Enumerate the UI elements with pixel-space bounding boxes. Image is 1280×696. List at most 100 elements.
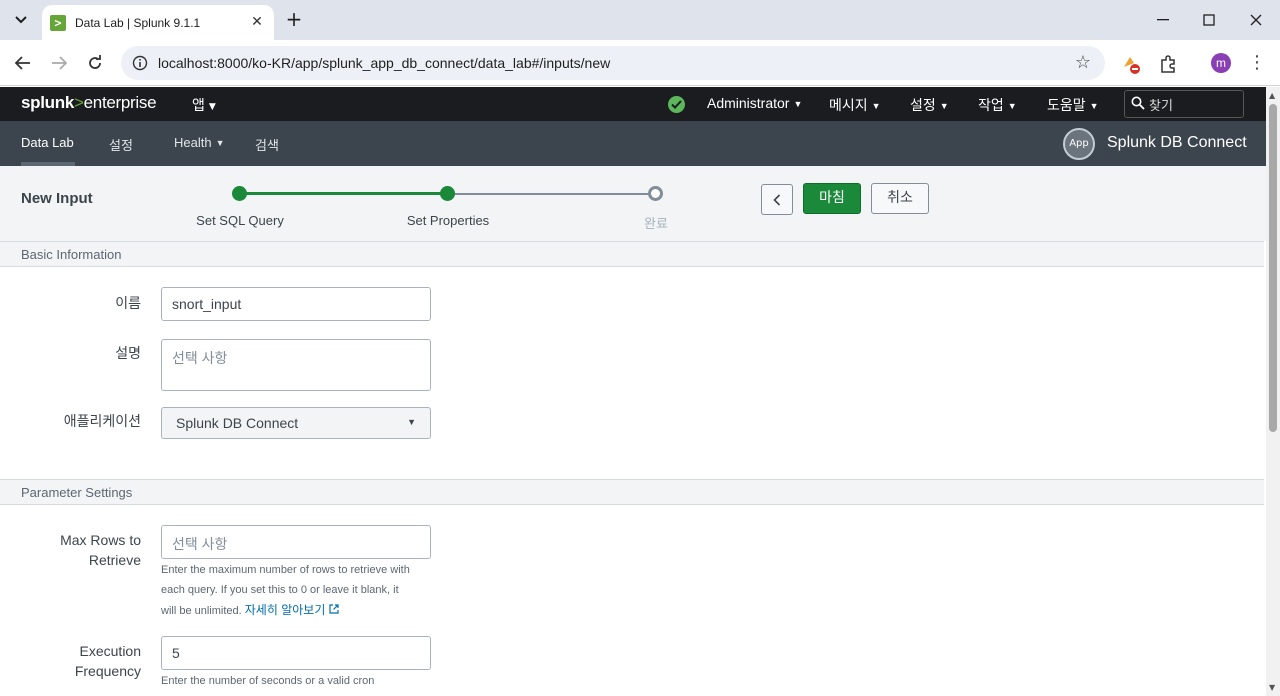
app-name: Splunk DB Connect — [1107, 134, 1247, 151]
max-rows-help-line3: will be unlimited. 자세히 알아보기 — [161, 600, 436, 621]
tab-search-chevron-icon[interactable] — [8, 7, 34, 33]
caret-down-icon: ▼ — [939, 101, 949, 111]
previous-step-button[interactable] — [761, 184, 793, 215]
menu-help[interactable]: 도움말 ▼ — [1047, 95, 1099, 115]
max-rows-placeholder: 선택 사항 — [172, 536, 228, 552]
address-bar[interactable]: localhost:8000/ko-KR/app/splunk_app_db_c… — [121, 46, 1105, 80]
step-dot-2 — [440, 186, 455, 201]
logo-brand: splunk — [21, 93, 74, 112]
application-label: 애플리케이션 — [63, 413, 141, 429]
max-rows-input[interactable]: 선택 사항 — [161, 525, 431, 559]
section-parameter-settings: Parameter Settings — [0, 479, 1264, 505]
menu-messages-label: 메시지 — [829, 97, 868, 113]
menu-settings-label: 설정 — [910, 97, 936, 113]
section-basic-title: Basic Information — [21, 247, 122, 262]
caret-down-icon: ▼ — [871, 101, 881, 111]
execution-frequency-label: Execution Frequency — [0, 641, 141, 681]
max-rows-help-line1: Enter the maximum number of rows to retr… — [161, 564, 410, 576]
menu-help-label: 도움말 — [1047, 97, 1086, 113]
nav-health-label: Health — [174, 135, 212, 150]
step-dot-1 — [232, 186, 247, 201]
app-menu[interactable]: 앱 ▼ — [192, 95, 216, 115]
learn-more-link[interactable]: 자세히 알아보기 — [245, 603, 339, 617]
max-rows-help-line2: each query. If you set this to 0 or leav… — [161, 584, 399, 596]
name-input-value: snort_input — [172, 296, 242, 312]
nav-settings[interactable]: 설정 — [109, 135, 133, 154]
header-search-input[interactable]: 찾기 — [1124, 90, 1244, 118]
caret-down-icon: ▼ — [793, 99, 803, 109]
description-textarea[interactable]: 선택 사항 — [161, 339, 431, 391]
step-dot-3 — [648, 186, 663, 201]
forward-arrow-icon[interactable] — [44, 48, 74, 78]
menu-settings[interactable]: 설정 ▼ — [910, 95, 949, 115]
description-placeholder: 선택 사항 — [172, 350, 228, 366]
caret-down-icon: ▼ — [208, 102, 216, 112]
cancel-button[interactable]: 취소 — [871, 183, 929, 214]
chevron-left-icon — [773, 193, 781, 206]
search-icon — [1131, 96, 1145, 110]
nav-health[interactable]: Health ▼ — [174, 135, 225, 150]
health-status-check-icon[interactable] — [668, 96, 685, 113]
browser-tabstrip: > Data Lab | Splunk 9.1.1 ✕ + — [0, 0, 1280, 40]
application-select[interactable]: Splunk DB Connect ▼ — [161, 407, 431, 439]
name-label: 이름 — [115, 295, 141, 311]
extensions-puzzle-icon[interactable] — [1156, 52, 1180, 76]
exec-label-line2: Frequency — [74, 663, 141, 679]
logo-gt: > — [74, 93, 84, 112]
browser-tab-title: Data Lab | Splunk 9.1.1 — [75, 15, 201, 30]
profile-avatar[interactable]: m — [1211, 53, 1231, 73]
section-basic-information: Basic Information — [0, 241, 1264, 267]
scroll-down-arrow-icon[interactable]: ▼ — [1269, 683, 1275, 692]
step-label-2: Set Properties — [406, 213, 490, 228]
nav-search[interactable]: 검색 — [255, 135, 279, 154]
page-scrollbar[interactable]: ▲ ▼ — [1266, 87, 1280, 696]
max-rows-help: Enter the maximum number of rows to retr… — [161, 560, 436, 621]
menu-administrator[interactable]: Administrator ▼ — [707, 95, 802, 111]
url-text: localhost:8000/ko-KR/app/splunk_app_db_c… — [158, 55, 611, 71]
splunk-favicon-icon: > — [50, 14, 66, 31]
scroll-up-arrow-icon[interactable]: ▲ — [1269, 91, 1275, 100]
browser-tab-active[interactable]: > Data Lab | Splunk 9.1.1 ✕ — [42, 5, 274, 40]
name-input[interactable]: snort_input — [161, 287, 431, 321]
app-logo-icon: App — [1063, 128, 1095, 160]
step-label-1: Set SQL Query — [196, 213, 284, 228]
section-params-title: Parameter Settings — [21, 485, 133, 500]
application-select-value: Splunk DB Connect — [176, 415, 299, 431]
new-tab-plus-icon[interactable]: + — [283, 8, 305, 32]
menu-administrator-label: Administrator — [707, 95, 790, 111]
execution-frequency-input[interactable]: 5 — [161, 636, 431, 670]
caret-down-icon: ▼ — [215, 138, 225, 148]
caret-down-icon: ▼ — [407, 417, 416, 427]
tab-close-icon[interactable]: ✕ — [248, 13, 266, 31]
minimize-window-icon[interactable] — [1140, 0, 1186, 40]
logo-product: enterprise — [83, 93, 157, 112]
browser-toolbar: localhost:8000/ko-KR/app/splunk_app_db_c… — [0, 40, 1280, 86]
site-info-icon[interactable] — [129, 52, 151, 74]
browser-menu-dots-icon[interactable]: ⋮ — [1247, 50, 1267, 76]
close-window-icon[interactable] — [1233, 0, 1279, 40]
finish-button[interactable]: 마침 — [803, 183, 861, 214]
description-label: 설명 — [115, 345, 141, 361]
menu-activity-label: 작업 — [978, 97, 1004, 113]
app-nav-bar: Data Lab 설정 Health ▼ 검색 App Splunk DB Con… — [0, 121, 1266, 166]
extension-blocked-icon[interactable] — [1119, 52, 1143, 76]
step-connector-pending — [448, 193, 656, 195]
menu-activity[interactable]: 작업 ▼ — [978, 95, 1017, 115]
step-connector-done — [240, 192, 448, 195]
menu-messages[interactable]: 메시지 ▼ — [829, 95, 881, 115]
caret-down-icon: ▼ — [1007, 101, 1017, 111]
nav-data-lab[interactable]: Data Lab — [21, 135, 74, 150]
caret-down-icon: ▼ — [1089, 101, 1099, 111]
max-rows-help-text: will be unlimited. — [161, 605, 242, 617]
back-arrow-icon[interactable] — [8, 48, 38, 78]
learn-more-label: 자세히 알아보기 — [244, 603, 326, 617]
bookmark-star-icon[interactable]: ☆ — [1075, 52, 1091, 73]
maximize-window-icon[interactable] — [1186, 0, 1232, 40]
page-title: New Input — [21, 190, 93, 207]
splunk-logo[interactable]: splunk>enterprise — [21, 93, 157, 113]
scrollbar-thumb[interactable] — [1269, 104, 1277, 432]
step-label-3: 완료 — [644, 216, 668, 231]
reload-icon[interactable] — [80, 48, 110, 78]
max-rows-label-line1: Max Rows to — [60, 532, 141, 548]
wizard-header: New Input Set SQL Query Set Properties 완… — [0, 166, 1266, 241]
